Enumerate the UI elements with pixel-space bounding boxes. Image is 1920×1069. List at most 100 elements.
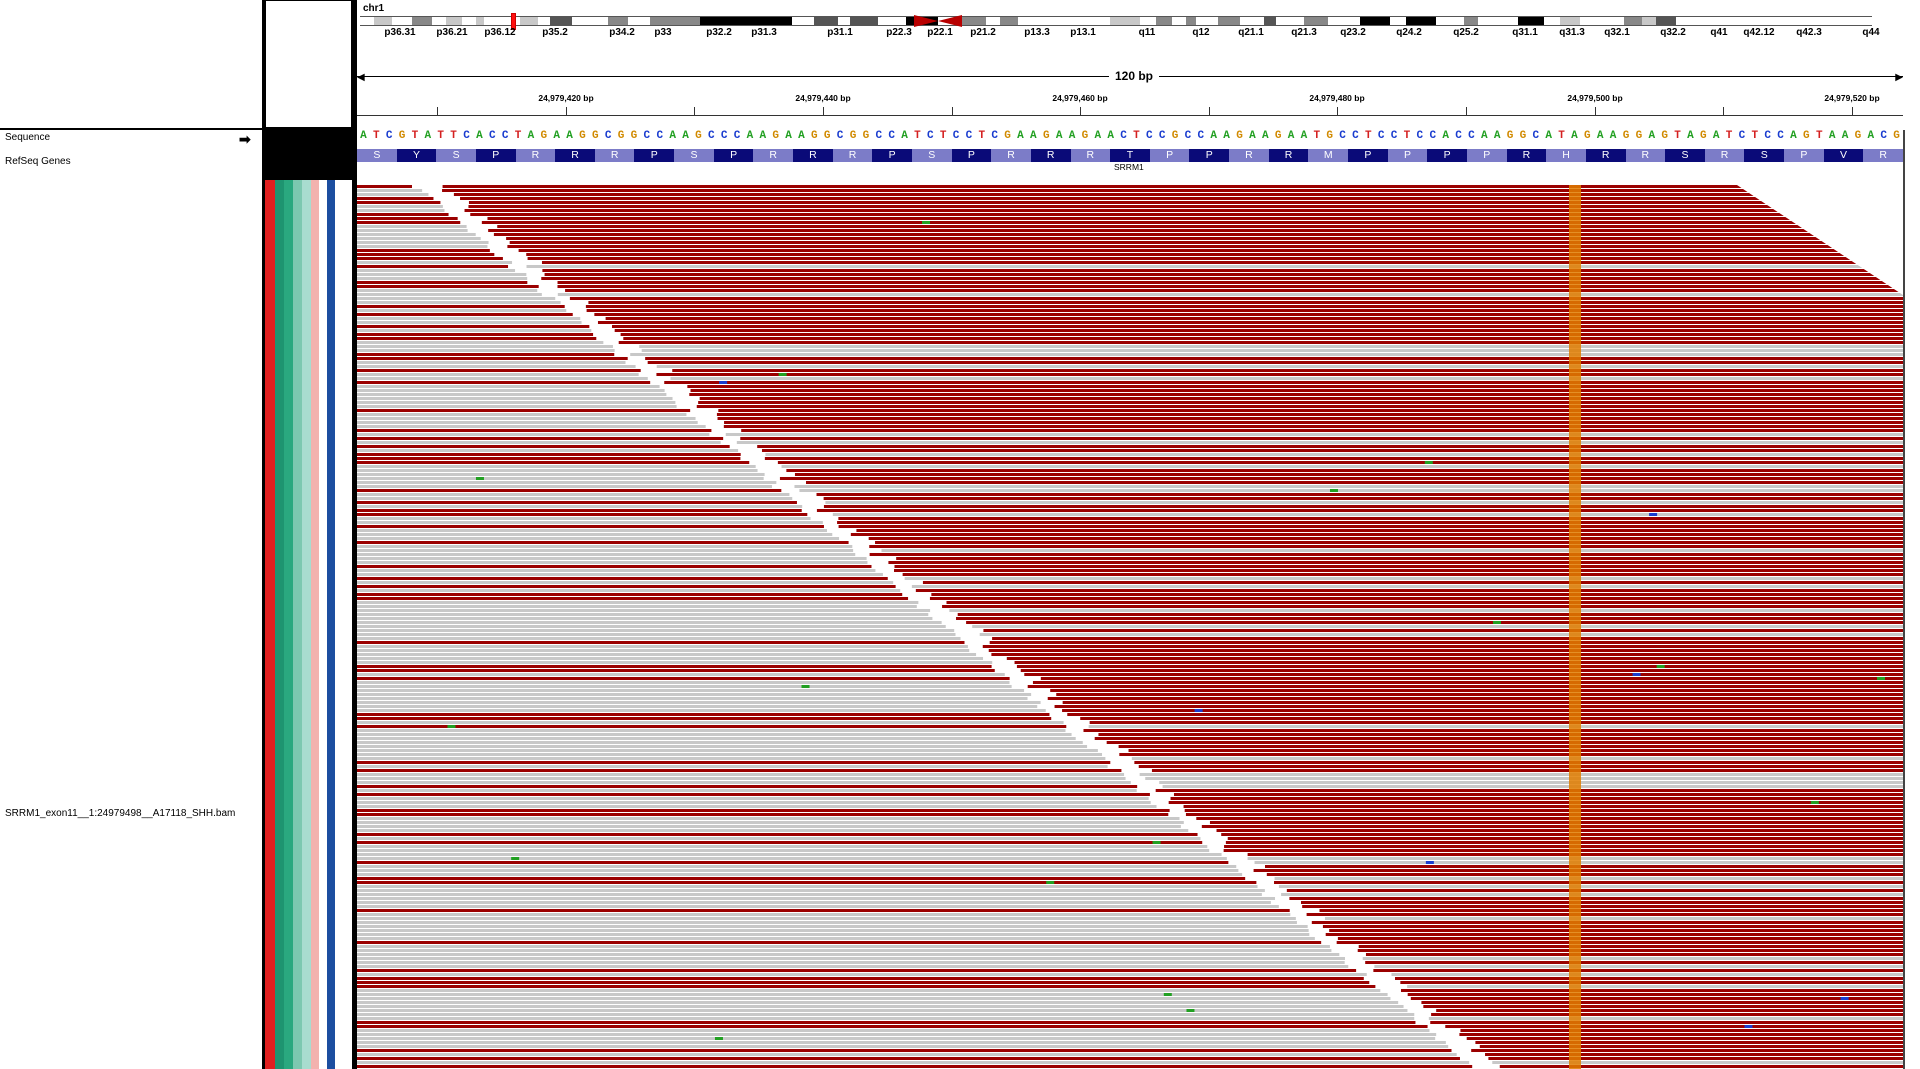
read-segment[interactable] [1400, 989, 1903, 992]
read-segment[interactable] [357, 837, 1201, 840]
read-segment[interactable] [357, 889, 1265, 892]
read-segment[interactable] [1016, 665, 1903, 668]
read-segment[interactable] [1445, 1025, 1903, 1028]
read-segment[interactable] [357, 709, 1046, 712]
read-segment[interactable] [357, 445, 730, 448]
read-segment[interactable] [357, 281, 528, 284]
read-segment[interactable] [1145, 777, 1903, 780]
read-segment[interactable] [357, 997, 1391, 1000]
read-segment[interactable] [357, 929, 1309, 932]
read-segment[interactable] [1365, 953, 1903, 956]
read-segment[interactable] [357, 669, 995, 672]
read-segment[interactable] [1159, 781, 1903, 784]
read-segment[interactable] [357, 305, 565, 308]
read-segment[interactable] [357, 517, 811, 520]
read-segment[interactable] [931, 593, 1903, 596]
read-segment[interactable] [357, 729, 1066, 732]
read-segment[interactable] [805, 481, 1903, 484]
read-segment[interactable] [1400, 981, 1903, 984]
read-segment[interactable] [1475, 1041, 1903, 1044]
read-segment[interactable] [357, 989, 1381, 992]
read-segment[interactable] [838, 517, 1903, 520]
read-segment[interactable] [357, 1033, 1437, 1036]
read-segment[interactable] [357, 537, 840, 540]
read-segment[interactable] [896, 557, 1903, 560]
read-segment[interactable] [1006, 657, 1903, 660]
read-segment[interactable] [357, 649, 970, 652]
read-segment[interactable] [357, 237, 481, 240]
read-segment[interactable] [357, 201, 441, 204]
read-segment[interactable] [557, 281, 1903, 284]
read-segment[interactable] [614, 329, 1903, 332]
read-segment[interactable] [357, 405, 677, 408]
read-segment[interactable] [586, 309, 1903, 312]
read-segment[interactable] [1155, 789, 1903, 792]
read-segment[interactable] [357, 385, 660, 388]
read-segment[interactable] [1080, 717, 1903, 720]
read-segment[interactable] [357, 457, 741, 460]
read-segment[interactable] [1201, 825, 1903, 828]
read-segment[interactable] [357, 273, 527, 276]
read-segment[interactable] [557, 293, 1903, 296]
read-segment[interactable] [453, 193, 1903, 196]
read-segment[interactable] [357, 1029, 1430, 1032]
read-segment[interactable] [1407, 993, 1903, 996]
read-segment[interactable] [357, 205, 443, 208]
read-segment[interactable] [972, 625, 1903, 628]
read-segment[interactable] [357, 561, 868, 564]
read-segment[interactable] [894, 565, 1903, 568]
read-segment[interactable] [949, 609, 1903, 612]
read-segment[interactable] [357, 1061, 1470, 1064]
read-segment[interactable] [357, 333, 594, 336]
read-segment[interactable] [779, 477, 1903, 480]
read-segment[interactable] [526, 253, 1903, 256]
read-segment[interactable] [357, 1065, 1473, 1068]
read-segment[interactable] [357, 365, 636, 368]
read-segment[interactable] [357, 553, 856, 556]
read-segment[interactable] [357, 825, 1181, 828]
gene-name-label[interactable]: SRRM1 [1114, 162, 1144, 172]
read-segment[interactable] [357, 345, 613, 348]
read-segment[interactable] [696, 405, 1903, 408]
read-segment[interactable] [1329, 929, 1903, 932]
read-segment[interactable] [618, 341, 1903, 344]
read-segment[interactable] [1047, 697, 1903, 700]
read-segment[interactable] [442, 185, 1903, 188]
read-segment[interactable] [988, 649, 1903, 652]
read-segment[interactable] [718, 409, 1903, 412]
read-segment[interactable] [1357, 949, 1903, 952]
read-segment[interactable] [357, 645, 968, 648]
read-segment[interactable] [357, 685, 1012, 688]
read-segment[interactable] [1289, 897, 1903, 900]
read-segment[interactable] [357, 653, 977, 656]
read-segment[interactable] [357, 521, 823, 524]
read-segment[interactable] [357, 829, 1189, 832]
read-segment[interactable] [357, 901, 1271, 904]
read-segment[interactable] [894, 569, 1903, 572]
read-segment[interactable] [357, 525, 824, 528]
read-segment[interactable] [1479, 1045, 1903, 1048]
read-segment[interactable] [357, 197, 434, 200]
read-segment[interactable] [781, 465, 1903, 468]
strand-arrow-icon[interactable]: ➡ [239, 131, 251, 148]
read-segment[interactable] [357, 357, 628, 360]
read-segment[interactable] [357, 425, 706, 428]
read-segment[interactable] [468, 201, 1903, 204]
read-segment[interactable] [527, 257, 1903, 260]
read-segment[interactable] [664, 381, 1903, 384]
read-segment[interactable] [1040, 677, 1903, 680]
read-segment[interactable] [357, 1049, 1452, 1052]
read-segment[interactable] [357, 629, 955, 632]
read-segment[interactable] [357, 533, 833, 536]
read-segment[interactable] [357, 657, 984, 660]
read-segment[interactable] [357, 697, 1028, 700]
read-segment[interactable] [1183, 805, 1903, 808]
read-segment[interactable] [956, 617, 1903, 620]
read-segment[interactable] [670, 377, 1903, 380]
read-segment[interactable] [741, 429, 1903, 432]
read-segment[interactable] [868, 537, 1903, 540]
read-segment[interactable] [357, 841, 1203, 844]
read-segment[interactable] [357, 497, 793, 500]
attribute-column[interactable] [319, 180, 327, 1069]
read-segment[interactable] [1014, 661, 1903, 664]
